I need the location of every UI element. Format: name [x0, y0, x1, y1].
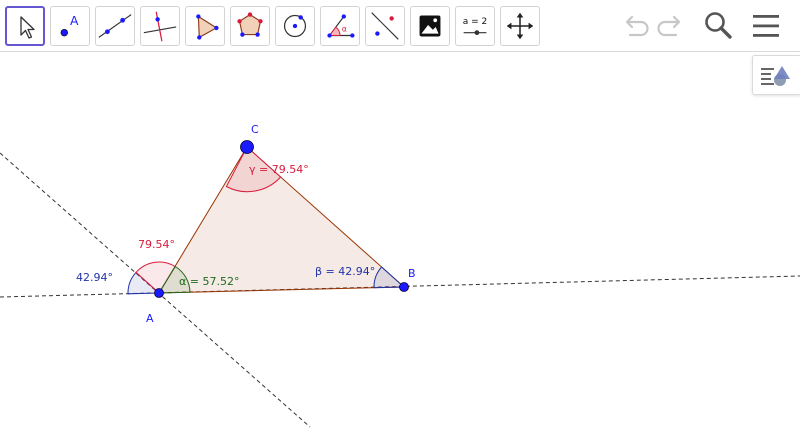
point-b-label: B: [408, 267, 416, 280]
arrow-pointer-icon: [20, 16, 35, 39]
point-c-label: C: [251, 123, 259, 136]
tool-point[interactable]: A: [50, 6, 90, 46]
tool-move-view[interactable]: [500, 6, 540, 46]
geogebra-app: A α a = 2 γ = 79.54° 79.54° 42.94° α = 5…: [0, 0, 800, 430]
undo-button[interactable]: [617, 8, 653, 44]
tool-line[interactable]: [95, 6, 135, 46]
tool-circle[interactable]: [275, 6, 315, 46]
graphics-view[interactable]: γ = 79.54° 79.54° 42.94° α = 57.52° β = …: [0, 53, 800, 430]
point-a-label: A: [146, 312, 154, 325]
image-icon: [419, 15, 441, 37]
tool-move[interactable]: [5, 6, 45, 46]
tool-reflect[interactable]: [365, 6, 405, 46]
angle-beta-label: β = 42.94°: [315, 265, 375, 278]
tool-perpendicular[interactable]: [140, 6, 180, 46]
menu-icon: [753, 15, 779, 37]
perpendicular-line-icon: [143, 11, 177, 42]
point-b[interactable]: [399, 282, 409, 292]
tool-slider[interactable]: a = 2: [455, 6, 495, 46]
angle-alpha-label: α = 57.52°: [179, 275, 239, 288]
search-button[interactable]: [700, 8, 736, 44]
redo-icon: [657, 15, 681, 37]
regular-polygon-icon: [237, 12, 263, 37]
point-a[interactable]: [154, 288, 164, 298]
reflect-about-line-icon: [371, 12, 399, 40]
angle-tool-label: α: [342, 25, 347, 34]
tool-regular-polygon[interactable]: [230, 6, 270, 46]
line-through-points-icon: [98, 14, 132, 38]
polygon-icon: [196, 14, 219, 40]
slider-icon: a = 2: [463, 17, 488, 36]
undo-icon: [625, 15, 649, 37]
circle-center-point-icon: [283, 14, 307, 38]
slider-tool-label: a = 2: [463, 17, 488, 27]
move-graphics-view-icon: [506, 12, 534, 40]
point-tool-label: A: [70, 14, 79, 28]
tool-image[interactable]: [410, 6, 450, 46]
graphics-canvas[interactable]: γ = 79.54° 79.54° 42.94° α = 57.52° β = …: [0, 53, 800, 430]
angle-ext-gamma-label: 79.54°: [138, 238, 175, 251]
toolbar: A α a = 2: [0, 0, 800, 52]
tool-angle[interactable]: α: [320, 6, 360, 46]
redo-button[interactable]: [653, 8, 689, 44]
tool-polygon[interactable]: [185, 6, 225, 46]
search-icon: [705, 12, 732, 39]
main-menu-button[interactable]: [748, 8, 784, 44]
angle-ext-beta-label: 42.94°: [76, 271, 113, 284]
angle-icon: α: [327, 14, 355, 38]
point-c[interactable]: [240, 140, 254, 154]
angle-gamma-label: γ = 79.54°: [249, 163, 309, 176]
point-icon: A: [60, 14, 79, 37]
